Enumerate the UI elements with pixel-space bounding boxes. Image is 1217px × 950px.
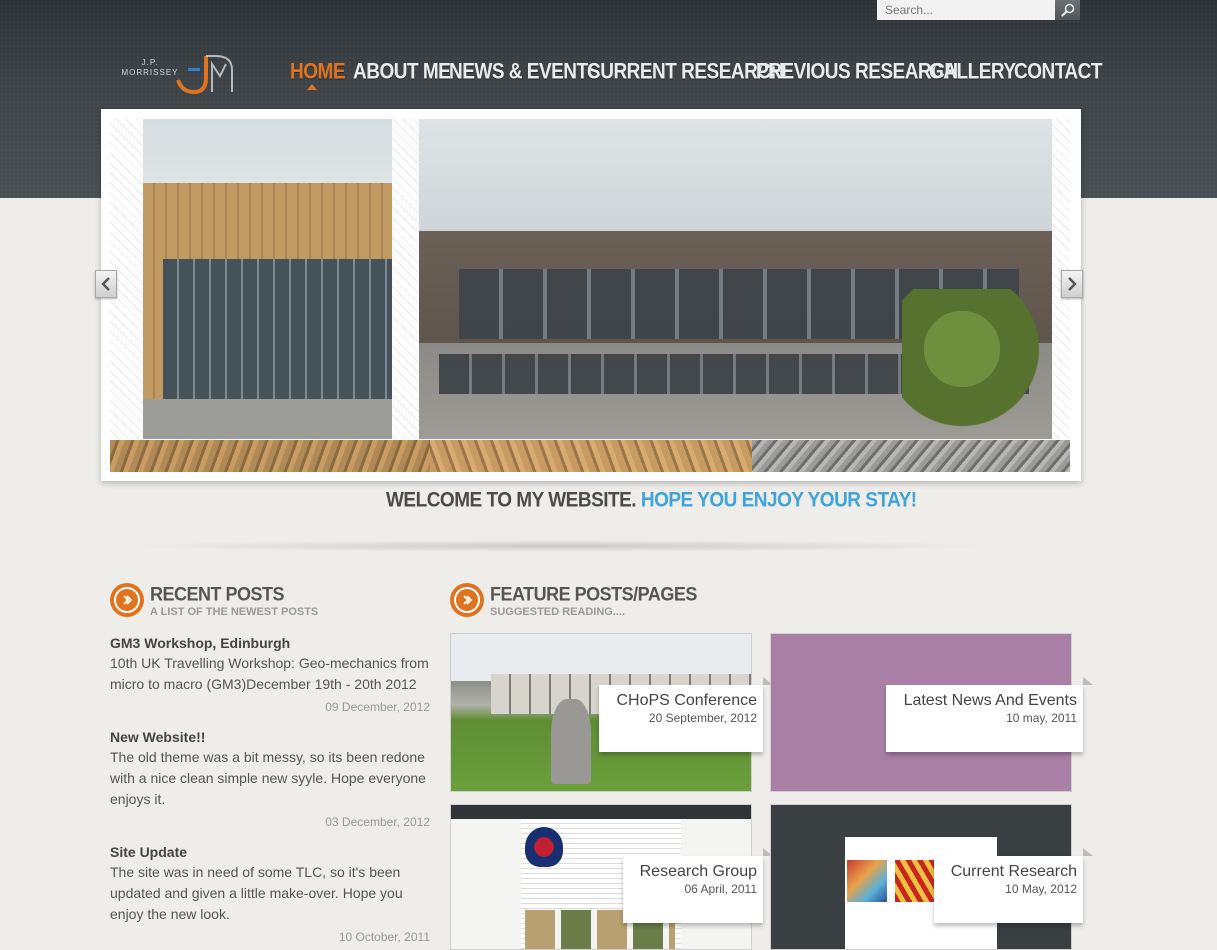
card-date: 10 may, 2011: [1006, 711, 1077, 725]
arrow-circle-icon: [450, 583, 484, 617]
active-nav-indicator: [307, 84, 317, 90]
card-label[interactable]: Research Group 06 April, 2011: [623, 848, 773, 923]
feature-posts-header: Feature Posts/Pages Suggested reading...…: [450, 583, 750, 623]
nav-about-me[interactable]: About Me: [353, 60, 451, 85]
card-label[interactable]: Latest News And Events 10 may, 2011: [886, 677, 1093, 752]
post-excerpt: 10th UK Travelling Workshop: Geo-mechani…: [110, 655, 429, 692]
texture-thumb-sand[interactable]: [110, 440, 430, 472]
slider-next-button[interactable]: [1061, 270, 1083, 298]
texture-thumb-grain[interactable]: [430, 440, 752, 472]
card-date: 10 May, 2012: [1005, 882, 1077, 896]
feature-posts-subtitle: Suggested reading....: [490, 606, 626, 618]
search-icon: [1060, 3, 1074, 17]
post-excerpt: The site was in need of some TLC, so it'…: [110, 864, 403, 922]
welcome-part2: Hope you enjoy your stay!: [640, 489, 917, 513]
arrow-circle-icon: [110, 583, 144, 617]
recent-posts-header: Recent Posts A list of the newest posts: [110, 583, 430, 623]
nav-gallery[interactable]: Gallery: [929, 60, 1016, 85]
logo-mark-icon: [176, 55, 233, 95]
post-excerpt: The old theme was a bit messy, so its be…: [110, 749, 426, 807]
post-title[interactable]: GM3 Workshop, Edinburgh: [110, 633, 430, 653]
card-label[interactable]: CHoPS Conference 20 September, 2012: [599, 677, 773, 752]
divider: [120, 540, 1000, 552]
card-date: 20 September, 2012: [648, 711, 757, 725]
welcome-message: Welcome to my website. Hope you enjoy yo…: [386, 489, 917, 513]
search-button[interactable]: [1055, 0, 1080, 20]
list-item: GM3 Workshop, Edinburgh 10th UK Travelli…: [110, 633, 430, 715]
recent-posts-title: Recent Posts: [150, 583, 285, 605]
site-logo[interactable]: J.P. MORRISSEY: [120, 46, 236, 96]
post-date: 03 December, 2012: [325, 815, 430, 829]
texture-thumb-gravel[interactable]: [752, 440, 1070, 472]
post-title[interactable]: Site Update: [110, 842, 430, 862]
post-date: 09 December, 2012: [325, 700, 430, 714]
list-item: New Website!! The old theme was a bit me…: [110, 727, 430, 830]
nav-current-research[interactable]: Current Research: [587, 60, 784, 85]
chevron-left-icon: [101, 277, 110, 291]
nav-contact[interactable]: Contact: [1014, 60, 1102, 85]
slide-photo-building-1: [143, 119, 392, 439]
recent-posts-subtitle: A list of the newest posts: [150, 606, 319, 618]
card-title: Current Research: [950, 863, 1077, 880]
welcome-part1: Welcome to my website.: [386, 489, 637, 513]
search-bar: [877, 0, 1080, 20]
post-date: 10 October, 2011: [338, 930, 430, 944]
slide-photo-building-2: [419, 119, 1052, 439]
card-label[interactable]: Current Research 10 May, 2012: [934, 848, 1093, 923]
search-input[interactable]: [877, 0, 1055, 20]
card-title: CHoPS Conference: [616, 692, 757, 709]
feature-posts-title: Feature Posts/Pages: [490, 583, 697, 605]
card-date: 06 April, 2011: [684, 882, 758, 896]
nav-news-events[interactable]: News & Events: [449, 60, 600, 85]
post-title[interactable]: New Website!!: [110, 727, 430, 747]
card-title: Latest News And Events: [903, 692, 1077, 709]
list-item: Site Update The site was in need of some…: [110, 842, 430, 945]
nav-previous-research[interactable]: Previous Research: [756, 60, 958, 85]
slider-prev-button[interactable]: [95, 270, 117, 298]
chevron-right-icon: [1068, 277, 1077, 291]
card-title: Research Group: [639, 863, 757, 880]
nav-home[interactable]: Home: [290, 60, 346, 85]
